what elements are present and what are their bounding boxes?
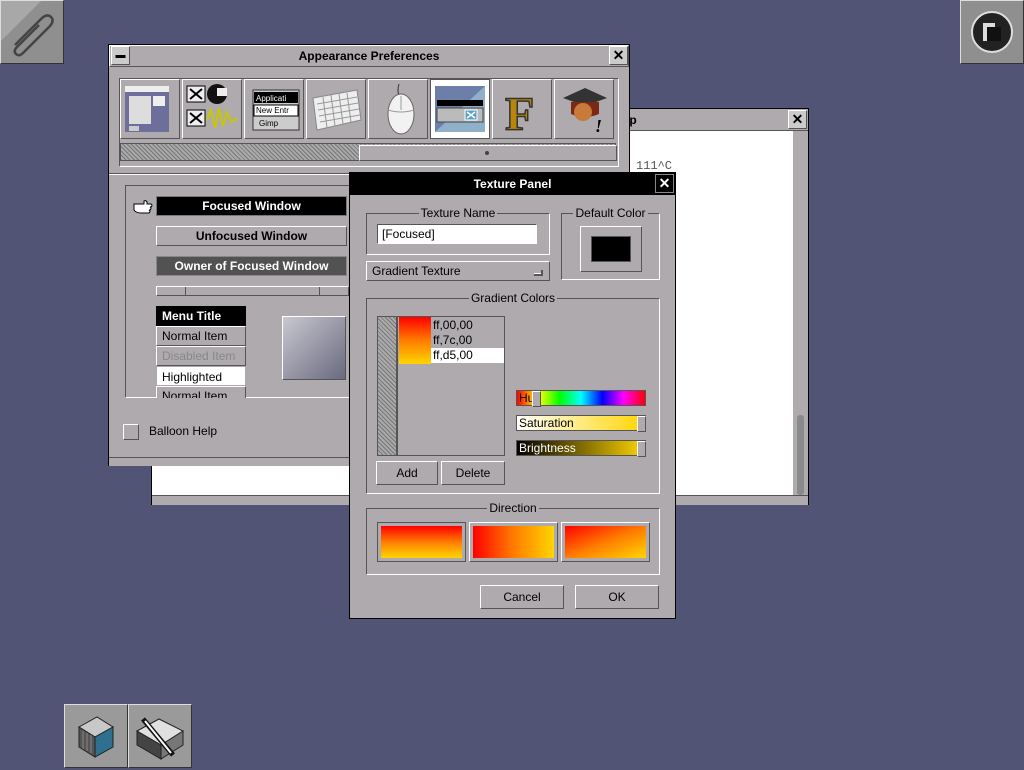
texture-panel-titlebar[interactable]: Texture Panel <box>350 173 675 195</box>
default-color-label: Default Color <box>573 206 648 220</box>
default-color-group: Default Color <box>561 206 660 280</box>
gradient-colors-list[interactable]: ff,00,00 ff,7c,00 ff,d5,00 <box>397 316 505 456</box>
menu-disabled-item[interactable]: Disabled Item <box>156 346 246 366</box>
expert-icon[interactable]: ! <box>554 79 614 139</box>
direction-group: Direction <box>366 501 660 575</box>
menu-highlighted-item[interactable]: Highlighted <box>156 366 246 386</box>
direction-vertical-button[interactable] <box>377 522 466 562</box>
keyboard-icon[interactable] <box>306 79 366 139</box>
saturation-slider-knob[interactable] <box>637 416 646 432</box>
gradient-color-item[interactable]: ff,00,00 <box>433 318 473 333</box>
texture-type-value: Gradient Texture <box>372 264 461 278</box>
menu-title-preview[interactable]: Menu Title <box>156 306 246 326</box>
saturation-slider[interactable]: Saturation <box>516 415 646 432</box>
menu-normal-item[interactable]: Normal Item <box>156 326 246 346</box>
brightness-label: Brightness <box>519 441 576 455</box>
texture-type-popup[interactable]: Gradient Texture <box>366 261 550 281</box>
add-color-button[interactable]: Add <box>376 461 438 485</box>
hue-slider[interactable]: Hu <box>516 390 646 407</box>
appearance-title: Appearance Preferences <box>298 49 440 63</box>
popup-arrow-icon <box>534 267 544 281</box>
gradient-color-item-selected[interactable]: ff,d5,00 <box>431 348 504 363</box>
cancel-button[interactable]: Cancel <box>480 585 564 609</box>
scrollbar-thumb[interactable] <box>797 415 804 495</box>
direction-horizontal-button[interactable] <box>469 522 558 562</box>
svg-text:F: F <box>505 88 534 138</box>
direction-label: Direction <box>487 501 539 515</box>
appearance-icon[interactable] <box>430 79 490 139</box>
texture-name-label: Texture Name <box>418 206 498 220</box>
menu-icon-line2: New Entr <box>256 106 289 115</box>
focused-window-titlebar[interactable]: Focused Window <box>156 196 347 216</box>
texture-panel-close-icon[interactable]: ✕ <box>655 174 674 193</box>
direction-diagonal-button[interactable] <box>561 522 650 562</box>
unfocused-window-titlebar[interactable]: Unfocused Window <box>156 226 347 246</box>
menu-normal-item-2[interactable]: Normal Item <box>156 386 246 398</box>
gradient-colors-group: Gradient Colors ff,00,00 ff,7c,00 ff,d5,… <box>366 291 660 494</box>
appearance-preview-area: Focused Window Unfocused Window Owner of… <box>125 185 365 398</box>
preferences-toolbar: Applicati New Entr Gimp F ! <box>119 78 619 167</box>
resizebar-preview[interactable] <box>156 286 349 296</box>
default-color-well[interactable] <box>580 226 642 272</box>
appearance-close-icon[interactable]: ✕ <box>609 46 628 65</box>
ok-button[interactable]: OK <box>575 585 659 609</box>
gradient-colors-label: Gradient Colors <box>468 291 558 305</box>
gradient-color-item[interactable]: ff,7c,00 <box>433 333 472 348</box>
default-color-swatch <box>591 236 631 262</box>
brightness-slider[interactable]: Brightness <box>516 440 646 457</box>
preferences-tool-icon[interactable] <box>128 704 192 768</box>
menu-icon-line3: Gimp <box>259 119 279 128</box>
balloon-help-checkbox[interactable] <box>123 424 139 440</box>
background-window-close-icon[interactable]: ✕ <box>788 110 807 129</box>
cube-app-icon[interactable] <box>64 704 128 768</box>
gradient-preview-strip <box>399 317 431 364</box>
toolbar-scroller-knob[interactable] <box>359 145 617 161</box>
saturation-label: Saturation <box>519 416 574 430</box>
svg-text:!: ! <box>595 116 602 136</box>
delete-color-button[interactable]: Delete <box>441 461 505 485</box>
texture-panel-title: Texture Panel <box>473 177 552 191</box>
menu-preview: Menu Title Normal Item Disabled Item Hig… <box>156 306 246 398</box>
menu-prefs-icon[interactable]: Applicati New Entr Gimp <box>244 79 304 139</box>
texture-name-input[interactable]: [Focused] <box>377 224 537 244</box>
gradient-list-scrollbar[interactable] <box>377 316 397 456</box>
texture-name-group: Texture Name [Focused] <box>366 206 550 255</box>
toolbar-scroller[interactable] <box>120 143 617 161</box>
miniaturize-icon[interactable]: ▬ <box>111 46 130 65</box>
brightness-slider-knob[interactable] <box>637 441 646 457</box>
owner-focused-window-titlebar[interactable]: Owner of Focused Window <box>156 256 347 276</box>
font-icon[interactable]: F <box>492 79 552 142</box>
mouse-icon[interactable] <box>368 79 428 139</box>
appearance-titlebar[interactable]: Appearance Preferences <box>109 45 629 67</box>
pointing-hand-icon <box>132 198 154 219</box>
window-prefs-icon[interactable] <box>120 79 180 139</box>
menu-icon-line1: Applicati <box>256 94 286 103</box>
icon-preview[interactable] <box>282 316 346 380</box>
hue-slider-knob[interactable] <box>532 391 541 407</box>
dock-clip-icon[interactable] <box>0 0 64 64</box>
icon-prefs-icon[interactable] <box>182 79 242 139</box>
background-window-text: 111^C <box>636 159 673 173</box>
texture-panel-window: Texture Panel ✕ Texture Name [Focused] D… <box>349 172 676 619</box>
dock-workspace-icon[interactable] <box>960 0 1024 64</box>
balloon-help-label: Balloon Help <box>149 424 218 438</box>
background-window-scrollbar[interactable] <box>793 131 808 496</box>
